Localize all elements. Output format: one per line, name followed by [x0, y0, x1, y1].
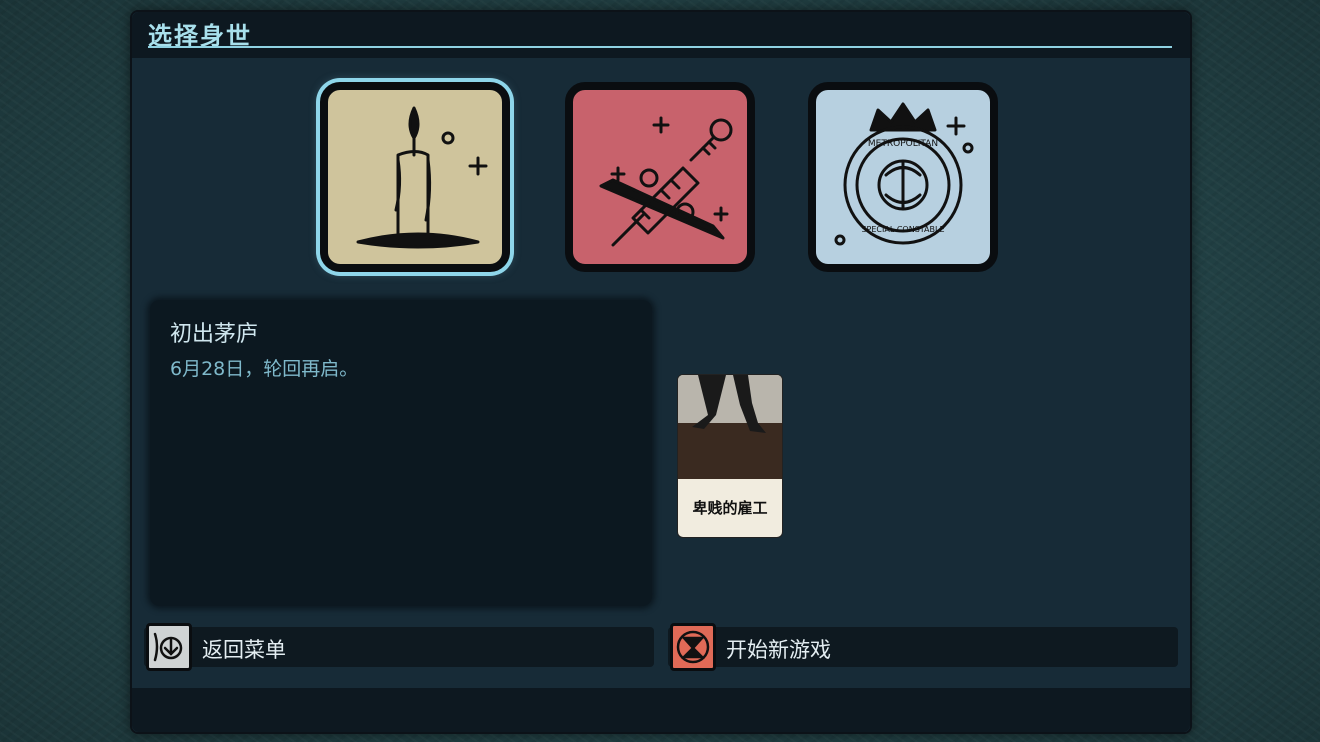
syringe-scalpel-icon [599, 116, 733, 247]
start-icon-frame [670, 623, 716, 671]
skill-card[interactable]: 卑贱的雇工 [677, 374, 783, 538]
back-to-menu-label: 返回菜单 [202, 638, 286, 662]
origin-description-text: 6月28日，轮回再启。 [170, 358, 359, 380]
back-to-menu-button[interactable]: 返回菜单 [144, 623, 654, 671]
origin-name: 初出茅庐 [170, 322, 259, 347]
panel-footer [132, 688, 1190, 732]
metropolitan-badge-icon: METROPOLITAN SPECIAL CONSTABLE [834, 102, 974, 246]
title-underline [148, 46, 1172, 48]
badge-text-bottom: SPECIAL CONSTABLE [861, 225, 944, 234]
walking-legs-icon [678, 375, 782, 479]
origin-card-candle[interactable] [320, 82, 510, 272]
panel-header: 选择身世 [132, 12, 1190, 58]
origin-card-syringe[interactable] [565, 82, 755, 272]
back-icon-frame [146, 623, 192, 671]
hourglass-icon [676, 630, 710, 664]
skill-card-label: 卑贱的雇工 [692, 499, 768, 517]
back-arrow-icon [153, 632, 183, 662]
candle-icon [356, 106, 488, 249]
badge-text-top: METROPOLITAN [868, 139, 938, 149]
origin-card-badge[interactable]: METROPOLITAN SPECIAL CONSTABLE [808, 82, 998, 272]
start-new-game-label: 开始新游戏 [726, 638, 831, 662]
start-new-game-button[interactable]: 开始新游戏 [668, 623, 1178, 671]
origin-select-panel: 选择身世 METROPOLITAN SPECIAL CONSTABLE 初出茅庐… [130, 10, 1192, 734]
origin-description: 初出茅庐 6月28日，轮回再启。 [150, 300, 652, 606]
